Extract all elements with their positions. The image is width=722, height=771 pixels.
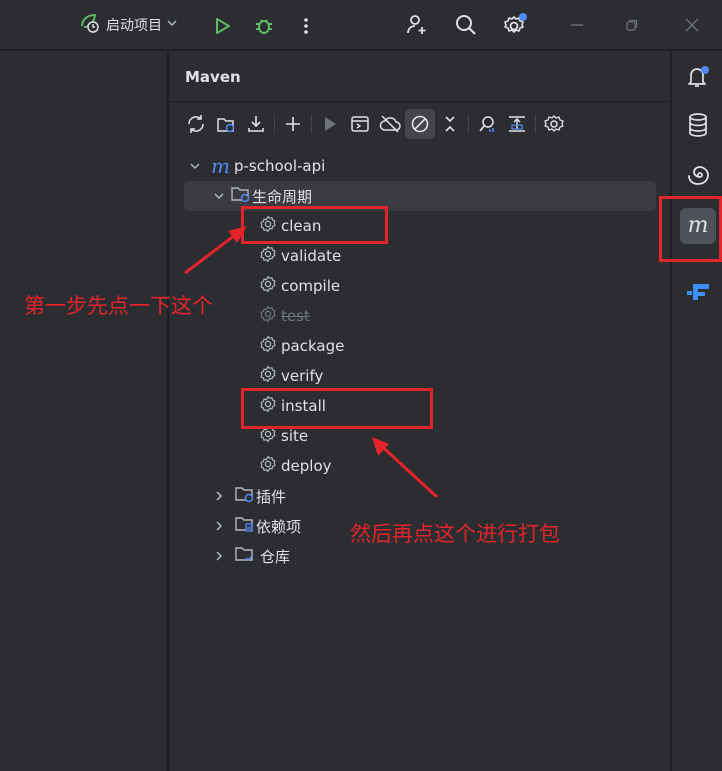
search-icon[interactable] — [451, 10, 481, 40]
lifecycle-goal-test[interactable]: test — [259, 301, 310, 331]
gear-icon — [259, 275, 277, 297]
maven-m-icon: m — [211, 154, 230, 178]
gear-icon — [259, 245, 277, 267]
goal-label: package — [281, 337, 345, 355]
toolbar-separator — [274, 114, 275, 134]
chevron-down-icon[interactable] — [211, 188, 227, 204]
maven-toolbar — [181, 109, 569, 139]
goal-label: validate — [281, 247, 342, 265]
goal-label: verify — [281, 367, 324, 385]
spring-boot-icon — [78, 12, 102, 38]
goal-label-skipped: test — [281, 307, 310, 325]
collapse-all-icon[interactable] — [435, 109, 465, 139]
restore-icon[interactable] — [620, 12, 644, 38]
settings-gear-icon[interactable] — [500, 10, 530, 40]
run-config-label: 启动项目 — [106, 18, 162, 34]
maven-settings-icon[interactable] — [539, 109, 569, 139]
tree-node-repositories[interactable]: 仓库 — [211, 541, 290, 571]
title-bar: 启动项目 — [0, 0, 722, 50]
offline-mode-icon[interactable] — [375, 109, 405, 139]
chevron-right-icon[interactable] — [211, 518, 227, 534]
more-options-icon[interactable] — [294, 12, 318, 40]
generate-sources-icon[interactable] — [211, 109, 241, 139]
minimize-icon[interactable] — [565, 12, 589, 38]
run-icon[interactable] — [208, 12, 236, 40]
analyze-dependencies-icon[interactable] — [472, 109, 502, 139]
tree-node-plugins[interactable]: 插件 — [211, 481, 286, 511]
ai-assistant-spiral-icon[interactable] — [680, 157, 716, 193]
tree-node-project[interactable]: m p-school-api — [187, 151, 325, 181]
repositories-label: 仓库 — [260, 547, 291, 566]
highlight-box-maven-tool — [659, 196, 722, 262]
gear-icon — [259, 305, 277, 327]
lifecycle-goal-compile[interactable]: compile — [259, 271, 340, 301]
lifecycle-goal-deploy[interactable]: deploy — [259, 451, 332, 481]
add-user-icon[interactable] — [402, 10, 432, 40]
chevron-down-icon[interactable] — [187, 158, 203, 174]
database-icon[interactable] — [680, 107, 716, 143]
tree-node-dependencies[interactable]: 依赖项 — [211, 511, 301, 541]
reload-icon[interactable] — [181, 109, 211, 139]
add-icon[interactable] — [278, 109, 308, 139]
right-tool-stripe: m — [671, 51, 722, 771]
annotation-step2: 然后再点这个进行打包 — [350, 522, 560, 546]
show-diagram-icon[interactable] — [502, 109, 532, 139]
highlight-box-clean — [241, 206, 388, 244]
chevron-down-icon — [166, 17, 178, 33]
toolbar-separator — [535, 114, 536, 134]
annotation-step1: 第一步先点一下这个 — [24, 294, 213, 318]
dependencies-folder-icon — [235, 515, 255, 537]
gear-icon — [259, 365, 277, 387]
run-maven-build-icon[interactable] — [315, 109, 345, 139]
skip-tests-icon[interactable] — [405, 109, 435, 139]
lifecycle-folder-icon — [231, 185, 251, 207]
lifecycle-goal-validate[interactable]: validate — [259, 241, 341, 271]
lifecycle-label: 生命周期 — [252, 187, 313, 206]
run-configuration-selector[interactable]: 启动项目 — [72, 10, 184, 40]
chevron-right-icon[interactable] — [211, 548, 227, 564]
debug-icon[interactable] — [250, 12, 278, 40]
highlight-box-install — [241, 388, 433, 429]
divider — [169, 101, 670, 102]
notifications-bell-icon[interactable] — [680, 59, 716, 95]
goal-label: compile — [281, 277, 341, 295]
maven-title: Maven — [185, 68, 241, 86]
goal-label: site — [281, 427, 309, 445]
plugin-tool-icon[interactable] — [680, 273, 716, 309]
project-name: p-school-api — [233, 157, 326, 175]
chevron-right-icon[interactable] — [211, 488, 227, 504]
lifecycle-goal-package[interactable]: package — [259, 331, 344, 361]
plugins-label: 插件 — [256, 487, 287, 506]
toolbar-separator — [311, 114, 312, 134]
toolbar-separator — [468, 114, 469, 134]
close-icon[interactable] — [680, 12, 704, 38]
dependencies-label: 依赖项 — [256, 517, 302, 536]
download-icon[interactable] — [241, 109, 271, 139]
plugins-folder-icon — [235, 485, 255, 507]
gear-icon — [259, 455, 277, 477]
repositories-folder-icon — [235, 545, 255, 567]
gear-icon — [259, 335, 277, 357]
editor-area — [0, 51, 168, 771]
execute-goal-icon[interactable] — [345, 109, 375, 139]
lifecycle-goal-verify[interactable]: verify — [259, 361, 323, 391]
goal-label: deploy — [281, 457, 332, 475]
